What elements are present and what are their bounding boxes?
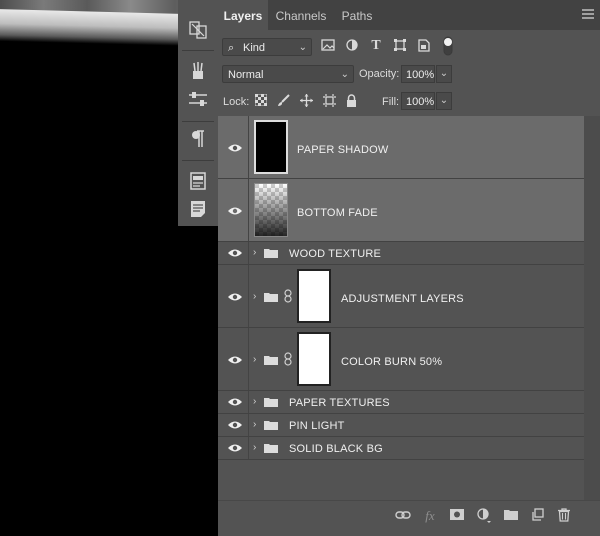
layers-panel: Layers Channels Paths ⌕ Kind ⌄ T Normal … bbox=[218, 0, 600, 536]
visibility-eye-icon[interactable] bbox=[228, 143, 242, 153]
properties-icon[interactable] bbox=[178, 168, 218, 194]
layer-thumbnail[interactable] bbox=[254, 120, 288, 174]
filter-kind-select[interactable]: ⌕ Kind ⌄ bbox=[222, 38, 312, 56]
folder-icon bbox=[264, 444, 278, 453]
panel-menu-icon[interactable] bbox=[582, 9, 594, 19]
lock-row: Lock: Fill: 100% ⌄ bbox=[218, 92, 600, 112]
layer-name[interactable]: PIN LIGHT bbox=[289, 420, 345, 432]
history-panel-icon[interactable] bbox=[178, 17, 218, 43]
expand-chevron-icon[interactable]: › bbox=[253, 291, 256, 302]
layer-name[interactable]: WOOD TEXTURE bbox=[289, 248, 381, 260]
panel-tab-bar: Layers Channels Paths bbox=[218, 0, 600, 30]
layer-group-color-burn[interactable]: › COLOR BURN 50% bbox=[218, 328, 584, 391]
layers-scrollbar[interactable] bbox=[584, 116, 600, 500]
layers-list: PAPER SHADOW BOTTOM FADE › WOOD TEXTURE … bbox=[218, 116, 600, 500]
layer-group-paper-textures[interactable]: › PAPER TEXTURES bbox=[218, 391, 584, 414]
filter-adjustment-icon[interactable] bbox=[344, 39, 360, 55]
opacity-input[interactable]: 100% bbox=[401, 65, 435, 83]
filter-pixel-icon[interactable] bbox=[320, 39, 336, 55]
filter-smart-object-icon[interactable] bbox=[416, 39, 432, 55]
opacity-label: Opacity: bbox=[359, 68, 400, 80]
expand-chevron-icon[interactable]: › bbox=[253, 419, 256, 430]
tab-channels[interactable]: Channels bbox=[269, 0, 333, 30]
expand-chevron-icon[interactable]: › bbox=[253, 442, 256, 453]
layer-group-pin-light[interactable]: › PIN LIGHT bbox=[218, 414, 584, 437]
tab-layers[interactable]: Layers bbox=[218, 0, 268, 30]
fill-label: Fill: bbox=[382, 96, 400, 108]
visibility-eye-icon[interactable] bbox=[228, 443, 242, 453]
new-layer-icon[interactable] bbox=[530, 508, 546, 524]
visibility-eye-icon[interactable] bbox=[228, 420, 242, 430]
new-group-icon[interactable] bbox=[503, 508, 519, 524]
lock-all-icon[interactable] bbox=[343, 94, 359, 110]
filter-kind-label: Kind bbox=[243, 42, 266, 54]
layer-name[interactable]: ADJUSTMENT LAYERS bbox=[341, 293, 464, 305]
fill-slider-chevron-icon[interactable]: ⌄ bbox=[436, 92, 452, 110]
expand-chevron-icon[interactable]: › bbox=[253, 354, 256, 365]
layer-row-paper-shadow[interactable]: PAPER SHADOW bbox=[218, 116, 584, 179]
paragraph-icon[interactable] bbox=[178, 126, 218, 152]
adjustment-layer-icon[interactable] bbox=[476, 508, 492, 524]
chevron-down-icon: ⌄ bbox=[298, 42, 307, 53]
fx-icon[interactable]: fx bbox=[422, 508, 438, 524]
folder-icon bbox=[264, 293, 278, 302]
link-layers-icon[interactable] bbox=[395, 508, 411, 524]
chevron-down-icon: ⌄ bbox=[340, 69, 349, 80]
lock-image-pixels-icon[interactable] bbox=[275, 94, 291, 110]
brush-presets-icon[interactable] bbox=[178, 58, 218, 84]
mask-link-icon[interactable] bbox=[284, 289, 292, 306]
layer-mask-thumbnail[interactable] bbox=[297, 269, 331, 323]
layer-name[interactable]: BOTTOM FADE bbox=[297, 207, 378, 219]
add-mask-icon[interactable] bbox=[449, 508, 465, 524]
layers-footer: fx bbox=[218, 500, 600, 536]
layer-name[interactable]: PAPER TEXTURES bbox=[289, 397, 390, 409]
adjustments-icon[interactable] bbox=[178, 86, 218, 112]
layer-thumbnail[interactable] bbox=[254, 183, 288, 237]
lock-transparent-pixels-icon[interactable] bbox=[253, 93, 269, 110]
expand-chevron-icon[interactable]: › bbox=[253, 247, 256, 258]
tab-paths[interactable]: Paths bbox=[334, 0, 380, 30]
mask-link-icon[interactable] bbox=[284, 352, 292, 369]
opacity-slider-chevron-icon[interactable]: ⌄ bbox=[436, 65, 452, 83]
lock-artboard-icon[interactable] bbox=[321, 94, 337, 110]
lock-position-icon[interactable] bbox=[298, 94, 314, 110]
folder-icon bbox=[264, 421, 278, 430]
folder-icon bbox=[264, 249, 278, 258]
visibility-eye-icon[interactable] bbox=[228, 292, 242, 302]
layer-group-solid-black-bg[interactable]: › SOLID BLACK BG bbox=[218, 437, 584, 460]
filter-shape-icon[interactable] bbox=[392, 39, 408, 55]
visibility-eye-icon[interactable] bbox=[228, 206, 242, 216]
visibility-eye-icon[interactable] bbox=[228, 397, 242, 407]
panel-icon-strip bbox=[178, 0, 219, 226]
folder-icon bbox=[264, 356, 278, 365]
visibility-eye-icon[interactable] bbox=[228, 355, 242, 365]
blend-row: Normal ⌄ Opacity: 100% ⌄ bbox=[218, 65, 600, 85]
delete-icon[interactable] bbox=[556, 508, 572, 524]
visibility-eye-icon[interactable] bbox=[228, 248, 242, 258]
layer-group-wood-texture[interactable]: › WOOD TEXTURE bbox=[218, 242, 584, 265]
folder-icon bbox=[264, 398, 278, 407]
lock-label: Lock: bbox=[223, 96, 250, 108]
blend-mode-select[interactable]: Normal ⌄ bbox=[222, 65, 354, 83]
layer-group-adjustment-layers[interactable]: › ADJUSTMENT LAYERS bbox=[218, 265, 584, 328]
search-icon: ⌕ bbox=[228, 42, 235, 54]
layer-name[interactable]: PAPER SHADOW bbox=[297, 144, 388, 156]
layer-mask-thumbnail[interactable] bbox=[297, 332, 331, 386]
filter-toggle-icon[interactable] bbox=[440, 36, 456, 56]
filter-type-icon[interactable]: T bbox=[368, 38, 384, 54]
layer-row-bottom-fade[interactable]: BOTTOM FADE bbox=[218, 179, 584, 242]
layer-name[interactable]: SOLID BLACK BG bbox=[289, 443, 383, 455]
filter-row: ⌕ Kind ⌄ T bbox=[218, 36, 600, 58]
fill-input[interactable]: 100% bbox=[401, 92, 435, 110]
expand-chevron-icon[interactable]: › bbox=[253, 396, 256, 407]
blend-mode-value: Normal bbox=[228, 69, 264, 81]
notes-icon[interactable] bbox=[178, 196, 218, 222]
layer-name[interactable]: COLOR BURN 50% bbox=[341, 356, 442, 368]
